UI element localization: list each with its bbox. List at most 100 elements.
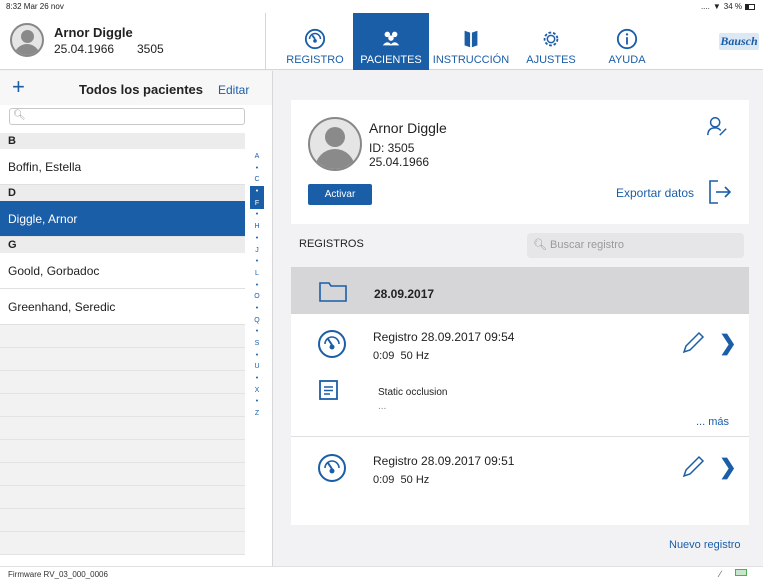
pencil-icon[interactable]	[680, 454, 706, 480]
export-icon[interactable]	[708, 177, 732, 207]
index-letter[interactable]: A	[250, 151, 264, 163]
book-icon	[464, 30, 478, 48]
list-item[interactable]: Boffin, Estella	[0, 149, 245, 185]
empty-row	[0, 440, 245, 463]
index-letter[interactable]: C	[250, 174, 264, 186]
document-icon	[319, 380, 338, 400]
record-meta: 0:09 50 Hz	[373, 350, 429, 362]
patient-id: ID: 3505	[369, 141, 415, 155]
record-duration: 0:09	[373, 474, 395, 486]
gauge-icon	[318, 454, 346, 482]
alphabet-index[interactable]: A • C • F • H • J • L • O • Q • S • U • …	[247, 151, 267, 420]
chevron-right-icon[interactable]: ❯	[719, 455, 737, 480]
main-tabs: REGISTRO PACIENTES INSTRUCCIÓN AJUSTES A…	[277, 13, 665, 70]
tab-registro[interactable]: REGISTRO	[277, 13, 353, 70]
record-search-placeholder: Buscar registro	[550, 239, 625, 251]
records-heading: REGISTROS	[299, 238, 364, 250]
index-letter[interactable]: •	[250, 256, 264, 268]
tab-ajustes-label: AJUSTES	[526, 54, 576, 66]
current-patient-dob: 25.04.1966	[54, 42, 115, 56]
patient-name: Arnor Diggle	[369, 120, 447, 136]
index-letter[interactable]: •	[250, 326, 264, 338]
export-data-button[interactable]: Exportar datos	[616, 186, 694, 200]
index-letter[interactable]: S	[250, 338, 264, 350]
pencil-icon[interactable]	[680, 330, 706, 356]
index-letter[interactable]: •	[250, 350, 264, 362]
edit-button[interactable]: Editar	[218, 83, 249, 97]
empty-row	[0, 486, 245, 509]
index-letter[interactable]: •	[250, 186, 264, 198]
activate-button[interactable]: Activar	[308, 184, 372, 205]
current-patient[interactable]: Arnor Diggle 25.04.1966 3505	[0, 13, 266, 70]
patient-list: B Boffin, Estella D Diggle, Arnor G Gool…	[0, 133, 245, 555]
signal-indicator: ....	[700, 2, 710, 11]
tab-ajustes[interactable]: AJUSTES	[513, 13, 589, 70]
tab-pacientes[interactable]: PACIENTES	[353, 13, 429, 70]
record-note: Static occlusion ... ... más	[291, 374, 749, 437]
status-bar: 8:32 Mar 26 nov .... ▼ 34 %	[0, 0, 763, 13]
index-letter[interactable]: Q	[250, 315, 264, 327]
index-letter[interactable]: O	[250, 291, 264, 303]
index-letter[interactable]: •	[250, 373, 264, 385]
record-row[interactable]: Registro 28.09.2017 09:51 0:09 50 Hz ❯	[291, 438, 749, 498]
footer: Firmware RV_03_000_0006 ∕	[0, 566, 763, 582]
sidebar-title: Todos los pacientes	[79, 82, 204, 97]
footer-icons: ∕	[719, 569, 747, 579]
avatar	[308, 117, 362, 171]
record-list: Registro 28.09.2017 09:54 0:09 50 Hz ❯ S…	[291, 314, 749, 525]
firmware-version: Firmware RV_03_000_0006	[8, 570, 108, 579]
list-item[interactable]: Diggle, Arnor	[0, 201, 245, 237]
new-record-button[interactable]: Nuevo registro	[669, 539, 741, 551]
tab-instruccion[interactable]: INSTRUCCIÓN	[429, 13, 513, 70]
edit-patient-icon[interactable]	[706, 115, 728, 137]
record-title: Registro 28.09.2017 09:54	[373, 330, 515, 344]
record-title: Registro 28.09.2017 09:51	[373, 454, 515, 468]
empty-row	[0, 371, 245, 394]
status-right: .... ▼ 34 %	[701, 2, 755, 11]
more-link[interactable]: ... más	[696, 416, 729, 428]
folder-icon	[319, 282, 347, 302]
record-search-input[interactable]: 🔍︎ Buscar registro	[527, 233, 744, 258]
add-patient-button[interactable]: +	[12, 75, 25, 99]
battery-icon	[745, 3, 755, 10]
index-letter[interactable]: Z	[250, 408, 264, 420]
patient-search-input[interactable]: 🔍︎	[9, 108, 245, 125]
patient-dob: 25.04.1966	[369, 155, 430, 169]
patient-card: Arnor Diggle ID: 3505 25.04.1966 Activar…	[291, 100, 749, 224]
list-item[interactable]: Goold, Gorbadoc	[0, 253, 245, 289]
avatar	[10, 23, 44, 57]
index-letter[interactable]: •	[250, 233, 264, 245]
index-letter[interactable]: X	[250, 385, 264, 397]
empty-row	[0, 417, 245, 440]
status-time: 8:32 Mar 26 nov	[6, 2, 64, 11]
record-meta: 0:09 50 Hz	[373, 474, 429, 486]
wifi-icon: ▼	[712, 2, 721, 11]
section-header: G	[0, 237, 245, 253]
index-letter[interactable]: L	[250, 268, 264, 280]
section-header: B	[0, 133, 245, 149]
note-ellipsis: ...	[378, 401, 387, 412]
index-letter[interactable]: •	[250, 396, 264, 408]
patient-sidebar: + Todos los pacientes Editar 🔍︎ B Boffin…	[0, 71, 273, 566]
chevron-right-icon[interactable]: ❯	[719, 331, 737, 356]
info-icon	[616, 28, 638, 50]
record-folder[interactable]: 28.09.2017	[291, 267, 749, 314]
index-letter[interactable]: •	[250, 303, 264, 315]
record-duration: 0:09	[373, 350, 395, 362]
section-header: D	[0, 185, 245, 201]
list-item[interactable]: Greenhand, Seredic	[0, 289, 245, 325]
bluetooth-icon: ∕	[719, 569, 721, 579]
tab-ayuda[interactable]: AYUDA	[589, 13, 665, 70]
index-letter[interactable]: H	[250, 221, 264, 233]
index-letter[interactable]: J	[250, 245, 264, 257]
empty-row	[0, 394, 245, 417]
battery-level: 34 %	[723, 2, 742, 11]
index-letter[interactable]: F	[250, 197, 264, 210]
index-letter[interactable]: •	[250, 280, 264, 292]
index-letter[interactable]: U	[250, 361, 264, 373]
index-letter[interactable]: •	[250, 209, 264, 221]
record-row[interactable]: Registro 28.09.2017 09:54 0:09 50 Hz ❯	[291, 314, 749, 374]
empty-row	[0, 463, 245, 486]
index-letter[interactable]: •	[250, 163, 264, 175]
current-patient-id: 3505	[137, 42, 164, 56]
